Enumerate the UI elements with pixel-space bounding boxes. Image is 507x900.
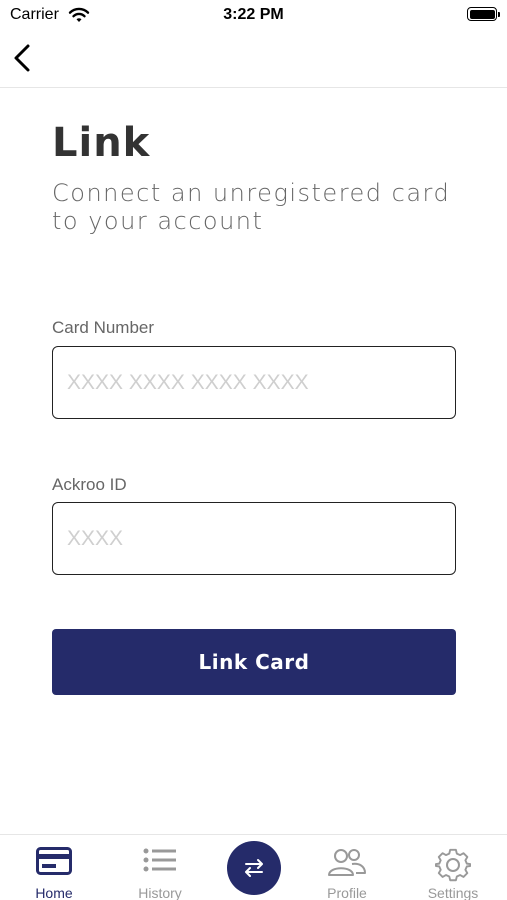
tab-history-label: History xyxy=(138,885,182,900)
status-bar: Carrier 3:22 PM xyxy=(0,0,507,30)
tab-home[interactable]: Home xyxy=(4,835,104,900)
gear-icon xyxy=(435,848,471,882)
battery-icon xyxy=(467,7,500,21)
page-subtitle: Connect an unregistered card to your acc… xyxy=(52,179,451,235)
card-number-field-container xyxy=(52,346,456,419)
link-card-button[interactable]: Link Card xyxy=(52,629,456,695)
card-number-label: Card Number xyxy=(52,318,155,337)
swap-arrows-icon xyxy=(245,859,263,877)
ackroo-id-label: Ackroo ID xyxy=(52,475,127,494)
ackroo-id-field-container xyxy=(52,502,456,575)
tab-settings-label: Settings xyxy=(427,885,479,900)
card-number-input[interactable] xyxy=(53,347,455,418)
page-title: Link xyxy=(52,120,151,166)
navigation-bar xyxy=(0,30,507,88)
people-icon xyxy=(328,849,366,876)
ackroo-id-input[interactable] xyxy=(53,503,455,574)
back-chevron-icon[interactable] xyxy=(8,40,38,76)
status-time: 3:22 PM xyxy=(223,6,284,23)
tab-history[interactable]: History xyxy=(110,835,210,900)
tab-profile[interactable]: Profile xyxy=(297,835,397,900)
tab-home-label: Home xyxy=(35,885,73,900)
transfer-button[interactable] xyxy=(227,841,281,895)
tab-profile-label: Profile xyxy=(327,885,367,900)
tab-bar: Home History Profile Settings xyxy=(0,834,507,900)
card-icon xyxy=(36,847,72,875)
list-icon xyxy=(143,848,176,872)
tab-settings[interactable]: Settings xyxy=(403,835,503,900)
